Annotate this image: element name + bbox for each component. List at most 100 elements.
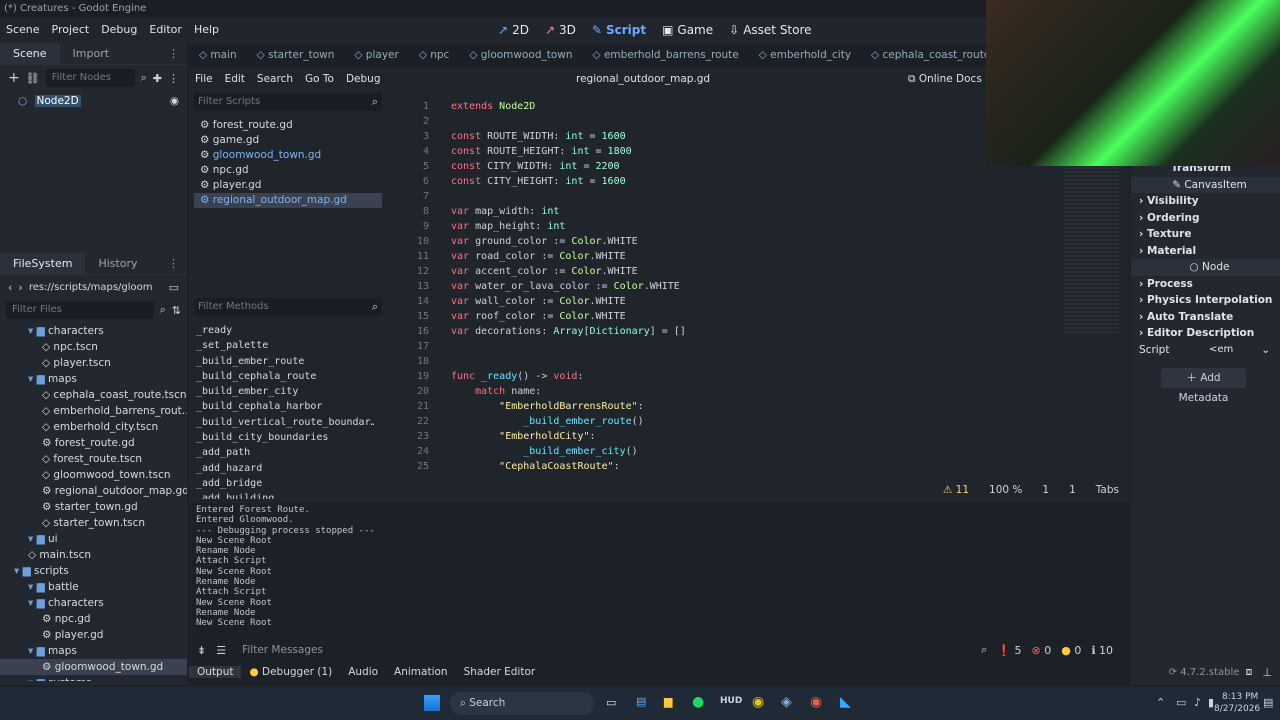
section-visibility[interactable]: › Visibility — [1131, 193, 1280, 210]
filesystem-item[interactable]: ◇ emberhold_city.tscn — [0, 419, 187, 435]
script-menu-file[interactable]: File — [189, 73, 219, 85]
tab-filesystem[interactable]: FileSystem — [0, 252, 86, 275]
filesystem-item[interactable]: ◇ npc.tscn — [0, 339, 187, 355]
filesystem-item[interactable]: ▾ ▆ scripts — [0, 563, 187, 579]
filter-messages-input[interactable]: Filter Messages — [242, 644, 971, 656]
filesystem-item[interactable]: ⚙ npc.gd — [0, 611, 187, 627]
script-list-item[interactable]: ⚙ gloomwood_town.gd — [194, 148, 382, 163]
pin-icon[interactable]: ⊥ — [1262, 666, 1272, 679]
scene-tab[interactable]: ◇ gloomwood_town — [459, 43, 582, 67]
filter-files-input[interactable]: Filter Files — [6, 301, 154, 319]
godot-icon[interactable]: ◈ — [781, 694, 792, 710]
clock-date[interactable]: 8/27/2026 — [1214, 704, 1260, 714]
method-list-item[interactable]: _add_bridge — [189, 476, 374, 491]
section-editor-description[interactable]: › Editor Description — [1131, 325, 1280, 342]
chrome-alt-icon[interactable]: ◉ — [810, 694, 822, 710]
task-view-icon[interactable]: ▭ — [606, 696, 616, 709]
taskbar-search[interactable]: ⌕ Search — [450, 692, 594, 715]
filesystem-item[interactable]: ▾ ▆ ui — [0, 531, 187, 547]
errors-total-badge[interactable]: ❗ 5 — [997, 644, 1021, 657]
windows-start-icon[interactable] — [424, 695, 440, 711]
tab-shader-editor[interactable]: Shader Editor — [456, 666, 544, 678]
notifications-icon[interactable]: ▤ — [1263, 696, 1273, 709]
script-list-item[interactable]: ⚙ regional_outdoor_map.gd — [194, 193, 382, 208]
filesystem-menu-icon[interactable]: ⋮ — [168, 257, 179, 270]
link-icon[interactable]: ⛓ — [26, 72, 40, 85]
scene-tab[interactable]: ◇ emberhold_barrens_route — [583, 43, 749, 67]
filesystem-item[interactable]: ⚙ forest_route.gd — [0, 435, 187, 451]
method-list-item[interactable]: _build_ember_route — [189, 354, 374, 369]
filesystem-item[interactable]: ▾ ▆ maps — [0, 371, 187, 387]
spotify-icon[interactable]: ● — [692, 694, 704, 710]
error-count-badge[interactable]: ⊗ 0 — [1031, 644, 1051, 657]
filter-scripts-input[interactable]: Filter Scripts ⌕ — [194, 93, 382, 111]
menu-scene[interactable]: Scene — [0, 17, 46, 43]
warning-count[interactable]: ⚠ 11 — [943, 484, 969, 496]
node-name[interactable]: Node2D — [34, 95, 81, 107]
filesystem-item[interactable]: ◇ cephala_coast_route.tscn — [0, 387, 187, 403]
filesystem-item[interactable]: ▾ ▆ maps — [0, 643, 187, 659]
script-menu-goto[interactable]: Go To — [299, 73, 340, 85]
minimap[interactable] — [1064, 163, 1119, 333]
notepad-icon[interactable]: ▤ — [636, 695, 646, 708]
tab-history[interactable]: History — [85, 253, 150, 275]
workspace-assetstore-button[interactable]: ⇩ Asset Store — [729, 23, 811, 37]
tab-audio[interactable]: Audio — [340, 666, 386, 678]
section-process[interactable]: › Process — [1131, 276, 1280, 293]
workspace-script-button[interactable]: ✎ Script — [592, 23, 646, 37]
file-explorer-icon[interactable]: ▆ — [664, 695, 672, 708]
scene-tools-menu-icon[interactable]: ⋮ — [168, 72, 179, 85]
scene-tab[interactable]: ◇ npc — [409, 43, 460, 67]
volume-icon[interactable]: ♪ — [1194, 696, 1201, 709]
method-list-item[interactable]: _build_vertical_route_boundar… — [189, 415, 374, 430]
script-menu-search[interactable]: Search — [251, 73, 299, 85]
warning-count-badge[interactable]: ● 0 — [1061, 644, 1081, 657]
network-icon[interactable]: ▭ — [1176, 696, 1186, 709]
method-list-item[interactable]: _add_path — [189, 445, 374, 460]
section-auto-translate[interactable]: › Auto Translate — [1131, 309, 1280, 326]
workspace-2d-button[interactable]: ↗ 2D — [498, 23, 529, 37]
method-list-item[interactable]: _build_cephala_harbor — [189, 399, 374, 414]
scene-tab[interactable]: ◇ starter_town — [247, 43, 345, 67]
script-dropdown-icon[interactable]: ⌄ — [1261, 342, 1270, 359]
layout-icon[interactable]: ⧈ — [1245, 665, 1252, 679]
scene-tab[interactable]: ◇ emberhold_city — [749, 43, 861, 67]
scene-tree-root[interactable]: ○ Node2D ◉ — [0, 93, 187, 109]
tab-output[interactable]: Output — [189, 666, 242, 678]
filesystem-item[interactable]: ◇ gloomwood_town.tscn — [0, 467, 187, 483]
menu-editor[interactable]: Editor — [143, 17, 188, 43]
add-node-icon[interactable]: + — [8, 70, 20, 86]
visibility-eye-icon[interactable]: ◉ — [170, 93, 179, 109]
split-view-icon[interactable]: ▭ — [169, 281, 179, 294]
workspace-3d-button[interactable]: ↗ 3D — [545, 23, 576, 37]
filesystem-item[interactable]: ▾ ▆ systems — [0, 675, 187, 681]
script-attach-icon[interactable]: ✚ — [153, 72, 162, 85]
menu-debug[interactable]: Debug — [95, 17, 143, 43]
method-list-item[interactable]: _ready — [189, 323, 374, 338]
chrome-icon[interactable]: ◉ — [752, 694, 764, 710]
scene-tab[interactable]: ◇ cephala_coast_route — [861, 43, 1000, 67]
filesystem-item[interactable]: ▾ ▆ battle — [0, 579, 187, 595]
online-docs-button[interactable]: ⧉ Online Docs — [908, 73, 982, 86]
tab-scene[interactable]: Scene — [0, 42, 60, 65]
vscode-icon[interactable]: ◣ — [840, 694, 851, 710]
indent-mode[interactable]: Tabs — [1096, 484, 1119, 496]
hud-icon[interactable]: HUD — [720, 696, 742, 706]
method-list-item[interactable]: _build_ember_city — [189, 384, 374, 399]
script-list-item[interactable]: ⚙ npc.gd — [194, 163, 382, 178]
tab-debugger[interactable]: ● Debugger (1) — [241, 666, 340, 678]
code-editor[interactable]: 1 extends Node2D 2 3 const ROUTE_WIDTH: int … — [399, 99, 1019, 471]
filesystem-item[interactable]: ◇ main.tscn — [0, 547, 187, 563]
script-list-item[interactable]: ⚙ forest_route.gd — [194, 118, 382, 133]
scene-tab[interactable]: ◇ player — [344, 43, 408, 67]
method-list-item[interactable]: _set_palette — [189, 338, 374, 353]
info-count-badge[interactable]: ℹ 10 — [1091, 644, 1113, 657]
script-value[interactable]: <em — [1209, 342, 1233, 359]
clear-output-icon[interactable]: ⇟ — [197, 644, 206, 657]
filesystem-item[interactable]: ⚙ regional_outdoor_map.gd — [0, 483, 187, 499]
filesystem-item[interactable]: ⚙ gloomwood_town.gd — [0, 659, 187, 675]
scene-tab[interactable]: ◇ main — [189, 43, 247, 67]
method-list-item[interactable]: _build_cephala_route — [189, 369, 374, 384]
path-field[interactable]: res://scripts/maps/gloom — [29, 282, 163, 293]
filesystem-item[interactable]: ◇ forest_route.tscn — [0, 451, 187, 467]
